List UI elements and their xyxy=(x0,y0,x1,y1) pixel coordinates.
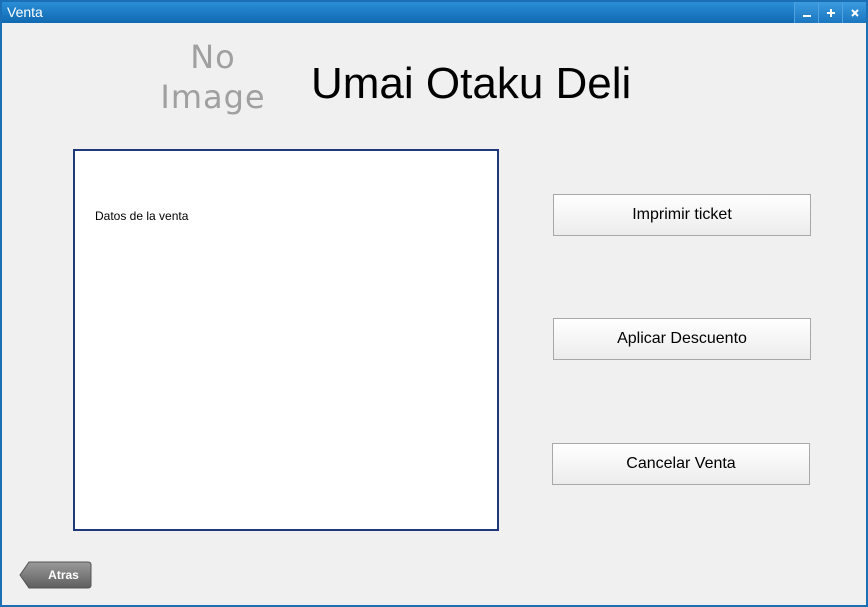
maximize-button[interactable] xyxy=(818,2,842,23)
minimize-icon xyxy=(802,14,811,17)
sale-data-panel: Datos de la venta xyxy=(73,149,499,531)
window-content: No Image Umai Otaku Deli Datos de la ven… xyxy=(5,23,863,601)
cancel-sale-button[interactable]: Cancelar Venta xyxy=(552,443,810,485)
sale-window: Venta No Image Umai Otaku Deli Datos de … xyxy=(0,0,868,607)
window-title: Venta xyxy=(7,4,43,20)
maximize-icon xyxy=(826,8,835,17)
close-button[interactable] xyxy=(842,2,866,23)
logo-placeholder-line1: No xyxy=(190,38,236,76)
close-icon xyxy=(850,8,859,17)
minimize-button[interactable] xyxy=(794,2,818,23)
back-button[interactable]: Atras xyxy=(19,561,92,589)
back-button-label: Atras xyxy=(48,568,79,582)
title-bar[interactable]: Venta xyxy=(2,2,866,23)
apply-discount-button[interactable]: Aplicar Descuento xyxy=(553,318,811,360)
logo-placeholder-line2: Image xyxy=(160,78,266,116)
window-controls xyxy=(794,2,866,23)
logo-image-placeholder: No Image xyxy=(153,35,273,119)
page-title: Umai Otaku Deli xyxy=(311,59,632,108)
sale-data-label: Datos de la venta xyxy=(95,209,189,223)
print-ticket-button[interactable]: Imprimir ticket xyxy=(553,194,811,236)
